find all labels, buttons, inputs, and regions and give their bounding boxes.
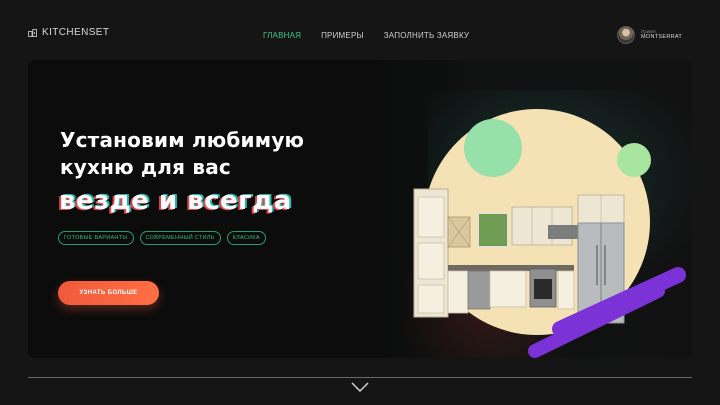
brand-name: KITCHENSET (42, 27, 110, 38)
hero-title-line2: кухню для вас (60, 154, 231, 179)
nav-item-examples[interactable]: ПРИМЕРЫ (321, 31, 364, 40)
main-nav: ГЛАВНАЯ ПРИМЕРЫ ЗАПОЛНИТЬ ЗАЯВКУ (263, 31, 469, 40)
divider (28, 377, 692, 378)
hero-title-line1: Установим любимую (60, 128, 305, 152)
hero-accent-text: везде и всегда (59, 186, 292, 216)
kitchen-icon (28, 28, 37, 37)
brand-logo[interactable]: KITCHENSET (28, 27, 109, 38)
nav-item-request[interactable]: ЗАПОЛНИТЬ ЗАЯВКУ (384, 31, 469, 40)
user-profile[interactable]: Привет, MONTSERRAT (617, 26, 682, 44)
mint-circle-small (617, 143, 651, 177)
profile-name: MONTSERRAT (641, 34, 683, 41)
tag-classic[interactable]: КЛАСИКА (226, 231, 266, 245)
learn-more-button[interactable]: УЗНАТЬ БОЛЬШЕ (58, 281, 159, 305)
tag-ready-variants[interactable]: ГОТОВЫЕ ВАРИАНТЫ (58, 231, 134, 245)
hero-tags: ГОТОВЫЕ ВАРИАНТЫ СОВРЕМЕННЫЙ СТИЛЬ КЛАСИ… (58, 231, 266, 245)
hero-title: Установим любимую кухню для вас (60, 127, 304, 180)
avatar[interactable] (617, 26, 635, 44)
nav-item-home[interactable]: ГЛАВНАЯ (263, 31, 301, 40)
kitchen-illustration (413, 109, 686, 358)
tag-modern-style[interactable]: СОВРЕМЕННЫЙ СТИЛЬ (139, 231, 221, 245)
profile-text: Привет, MONTSERRAT (641, 29, 682, 42)
chevron-down-icon[interactable] (350, 381, 370, 393)
mint-circle-large (464, 119, 522, 177)
